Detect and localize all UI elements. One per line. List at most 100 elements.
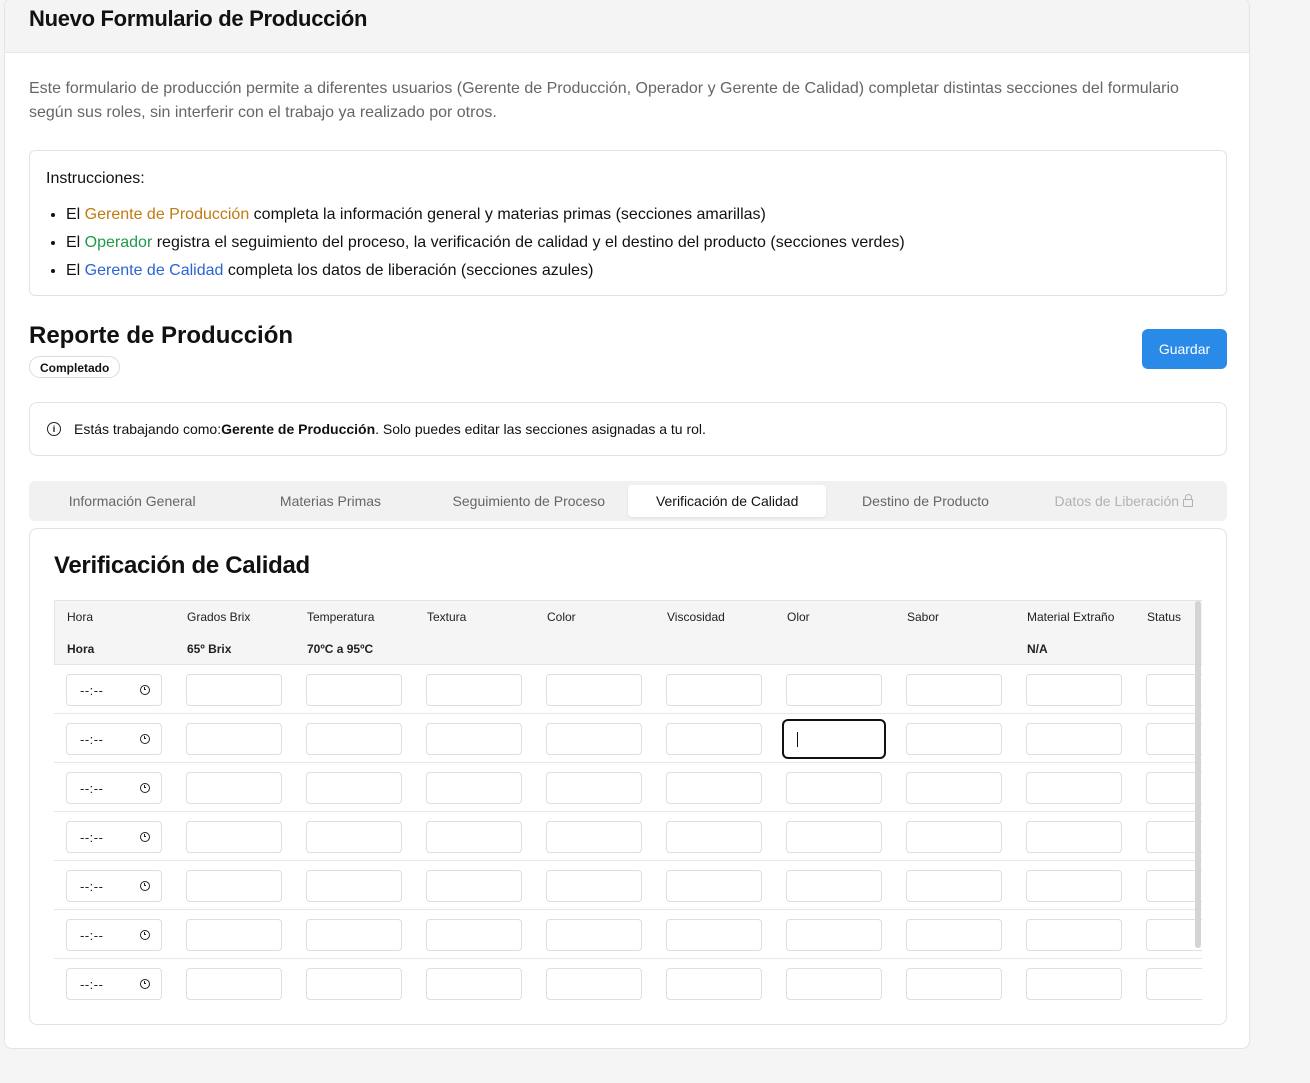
cell-input[interactable] [782,719,886,759]
cell-input[interactable] [186,674,282,706]
cell-input[interactable] [1026,968,1122,1000]
tab-destino-producto[interactable]: Destino de Producto [826,485,1024,517]
instruction-prefix: El [66,262,85,279]
cell-input[interactable] [546,674,642,706]
cell-input[interactable] [186,772,282,804]
cell-input[interactable] [426,723,522,755]
cell-input[interactable] [306,919,402,951]
save-button[interactable]: Guardar [1142,329,1227,369]
cell-input[interactable] [1026,870,1122,902]
column-header: Olor [787,610,810,624]
time-input[interactable]: --:-- [66,821,162,853]
cell-input[interactable] [666,870,762,902]
cell-input[interactable] [306,772,402,804]
tab-materias-primas[interactable]: Materias Primas [231,485,429,517]
tab-datos-liberacion: Datos de Liberación [1025,485,1223,517]
cell-input[interactable] [426,821,522,853]
time-placeholder: --:-- [80,829,104,845]
column-header: Hora [67,610,94,624]
cell-input[interactable] [426,772,522,804]
cell-input[interactable] [306,674,402,706]
clock-icon[interactable] [140,930,150,940]
time-input[interactable]: --:-- [66,870,162,902]
clock-icon[interactable] [140,881,150,891]
cell-input[interactable] [1026,723,1122,755]
tab-verificacion-calidad[interactable]: Verificación de Calidad [627,485,827,517]
cell-input[interactable] [906,821,1002,853]
clock-icon[interactable] [140,685,150,695]
cell-input[interactable] [786,870,882,902]
cell-input[interactable] [546,723,642,755]
cell-input[interactable] [426,870,522,902]
cell-input[interactable] [306,723,402,755]
cell-input[interactable] [306,870,402,902]
cell-input[interactable] [186,919,282,951]
tab-informacion-general[interactable]: Información General [33,485,231,517]
clock-icon[interactable] [140,783,150,793]
cell-input[interactable] [1146,870,1202,902]
cell-input[interactable] [546,968,642,1000]
cell-input[interactable] [666,968,762,1000]
cell-input[interactable] [906,919,1002,951]
cell-input[interactable] [306,821,402,853]
cell-input[interactable] [1026,919,1122,951]
cell-input[interactable] [186,870,282,902]
cell-input[interactable] [186,723,282,755]
cell-input[interactable] [546,772,642,804]
time-input[interactable]: --:-- [66,723,162,755]
cell-input[interactable] [186,821,282,853]
cell-input[interactable] [1026,772,1122,804]
cell-input[interactable] [906,674,1002,706]
clock-icon[interactable] [140,832,150,842]
cell-input[interactable] [786,821,882,853]
cell-input[interactable] [666,674,762,706]
cell-input[interactable] [1146,968,1202,1000]
section-tabs: Información General Materias Primas Segu… [29,481,1227,521]
column-subheader: N/A [1027,642,1048,656]
cell-input[interactable] [426,919,522,951]
cell-input[interactable] [786,968,882,1000]
cell-input[interactable] [666,919,762,951]
cell-input[interactable] [906,870,1002,902]
instruction-item: El Operador registra el seguimiento del … [66,229,1210,257]
cell-input[interactable] [1146,674,1202,706]
cell-input[interactable] [426,968,522,1000]
cell-input[interactable] [666,723,762,755]
cell-input[interactable] [786,919,882,951]
time-input[interactable]: --:-- [66,968,162,1000]
instruction-prefix: El [66,234,85,251]
cell-input[interactable] [1146,919,1202,951]
role-operador: Operador [84,234,153,251]
cell-input[interactable] [1146,772,1202,804]
cell-input[interactable] [906,772,1002,804]
time-input[interactable]: --:-- [66,772,162,804]
instruction-text: completa los datos de liberación (seccio… [223,262,594,279]
time-input[interactable]: --:-- [66,919,162,951]
cell-input[interactable] [426,674,522,706]
column-header: Temperatura [307,610,375,624]
cell-input[interactable] [1146,821,1202,853]
cell-input[interactable] [666,772,762,804]
cell-input[interactable] [666,821,762,853]
clock-icon[interactable] [140,734,150,744]
tab-seguimiento-proceso[interactable]: Seguimiento de Proceso [430,485,628,517]
cell-input[interactable] [1026,674,1122,706]
cell-input[interactable] [786,674,882,706]
cell-input[interactable] [786,772,882,804]
instruction-item: El Gerente de Calidad completa los datos… [66,257,1210,285]
column-header: Material Extraño [1027,610,1115,624]
cell-input[interactable] [546,919,642,951]
table-scrollbar[interactable] [1195,601,1201,948]
time-input[interactable]: --:-- [66,674,162,706]
cell-input[interactable] [186,968,282,1000]
time-placeholder: --:-- [80,976,104,992]
cell-input[interactable] [906,968,1002,1000]
alert-role: Gerente de Producción [221,421,376,437]
clock-icon[interactable] [140,979,150,989]
cell-input[interactable] [1026,821,1122,853]
cell-input[interactable] [546,821,642,853]
cell-input[interactable] [906,723,1002,755]
cell-input[interactable] [306,968,402,1000]
cell-input[interactable] [1146,723,1202,755]
cell-input[interactable] [546,870,642,902]
